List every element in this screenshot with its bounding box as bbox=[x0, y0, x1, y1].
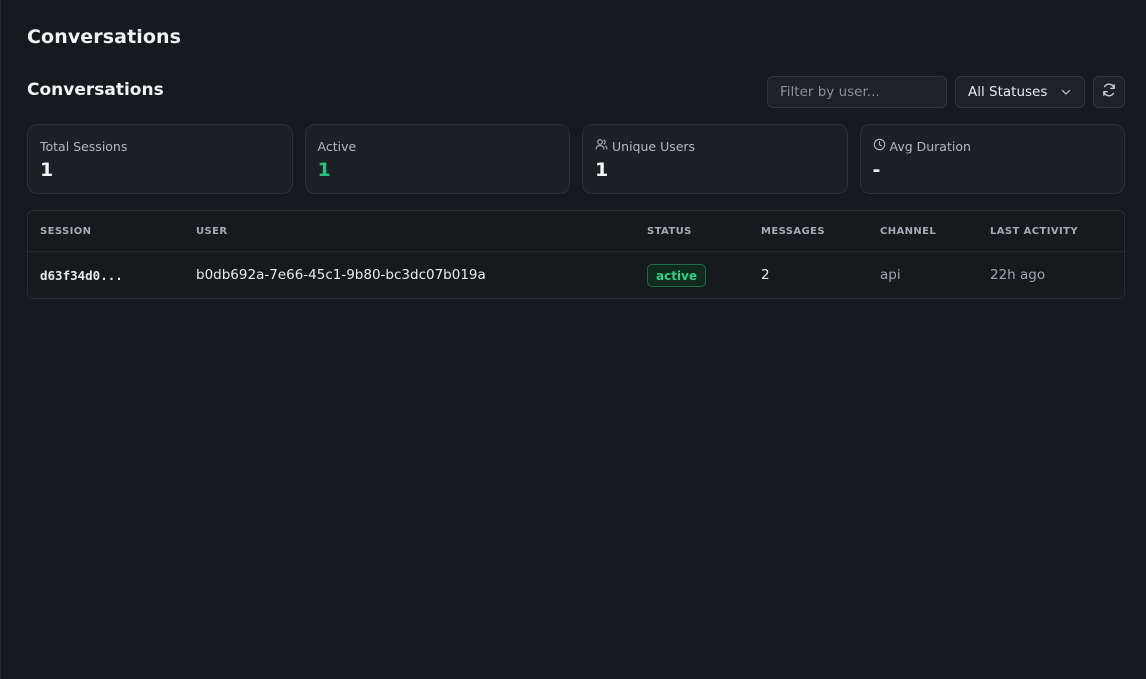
user-id: b0db692a-7e66-45c1-9b80-bc3dc07b019a bbox=[196, 267, 486, 283]
stat-card-total-sessions: Total Sessions 1 bbox=[27, 124, 293, 194]
stat-label: Avg Duration bbox=[889, 138, 971, 154]
conversations-page: Conversations Conversations All Statuses… bbox=[0, 0, 1146, 679]
stat-label-row: Unique Users bbox=[595, 138, 835, 154]
page-title: Conversations bbox=[27, 26, 182, 48]
conversations-table: SESSION USER STATUS MESSAGES CHANNEL LAS… bbox=[27, 210, 1125, 299]
user-filter-input[interactable] bbox=[767, 76, 947, 108]
refresh-icon bbox=[1101, 82, 1117, 102]
clock-icon bbox=[873, 138, 886, 154]
stat-card-unique-users: Unique Users 1 bbox=[582, 124, 848, 194]
stat-label: Unique Users bbox=[612, 138, 696, 154]
column-header-channel[interactable]: CHANNEL bbox=[880, 226, 936, 237]
refresh-button[interactable] bbox=[1093, 76, 1125, 108]
users-icon bbox=[595, 138, 608, 154]
column-header-last-activity[interactable]: LAST ACTIVITY bbox=[990, 226, 1078, 237]
stat-label: Total Sessions bbox=[40, 138, 128, 154]
table-row[interactable]: d63f34d0... b0db692a-7e66-45c1-9b80-bc3d… bbox=[28, 252, 1124, 298]
stat-label-row: Avg Duration bbox=[873, 138, 1113, 154]
column-header-status[interactable]: STATUS bbox=[647, 226, 692, 237]
stats-row: Total Sessions 1 Active 1 Unique Users 1… bbox=[27, 124, 1125, 194]
column-header-session[interactable]: SESSION bbox=[40, 226, 91, 237]
stat-value: 1 bbox=[317, 159, 331, 181]
stat-value: 1 bbox=[595, 159, 609, 181]
chevron-down-icon bbox=[1060, 86, 1072, 98]
table-header: SESSION USER STATUS MESSAGES CHANNEL LAS… bbox=[28, 211, 1124, 252]
section-title: Conversations bbox=[27, 80, 164, 100]
last-activity: 22h ago bbox=[990, 267, 1046, 283]
stat-label: Active bbox=[317, 138, 357, 154]
message-count: 2 bbox=[761, 267, 770, 283]
stat-label-row: Active bbox=[318, 138, 558, 154]
status-filter-value: All Statuses bbox=[968, 84, 1048, 100]
stat-value: - bbox=[872, 159, 881, 181]
session-id: d63f34d0... bbox=[40, 268, 123, 283]
status-badge: active bbox=[647, 264, 707, 287]
channel: api bbox=[880, 267, 901, 283]
stat-card-avg-duration: Avg Duration - bbox=[859, 124, 1125, 194]
status-filter-select[interactable]: All Statuses bbox=[955, 76, 1085, 108]
stat-value: 1 bbox=[40, 159, 54, 181]
stat-card-active: Active 1 bbox=[304, 124, 570, 194]
column-header-user[interactable]: USER bbox=[196, 226, 227, 237]
stat-label-row: Total Sessions bbox=[40, 138, 280, 154]
column-header-messages[interactable]: MESSAGES bbox=[761, 226, 825, 237]
